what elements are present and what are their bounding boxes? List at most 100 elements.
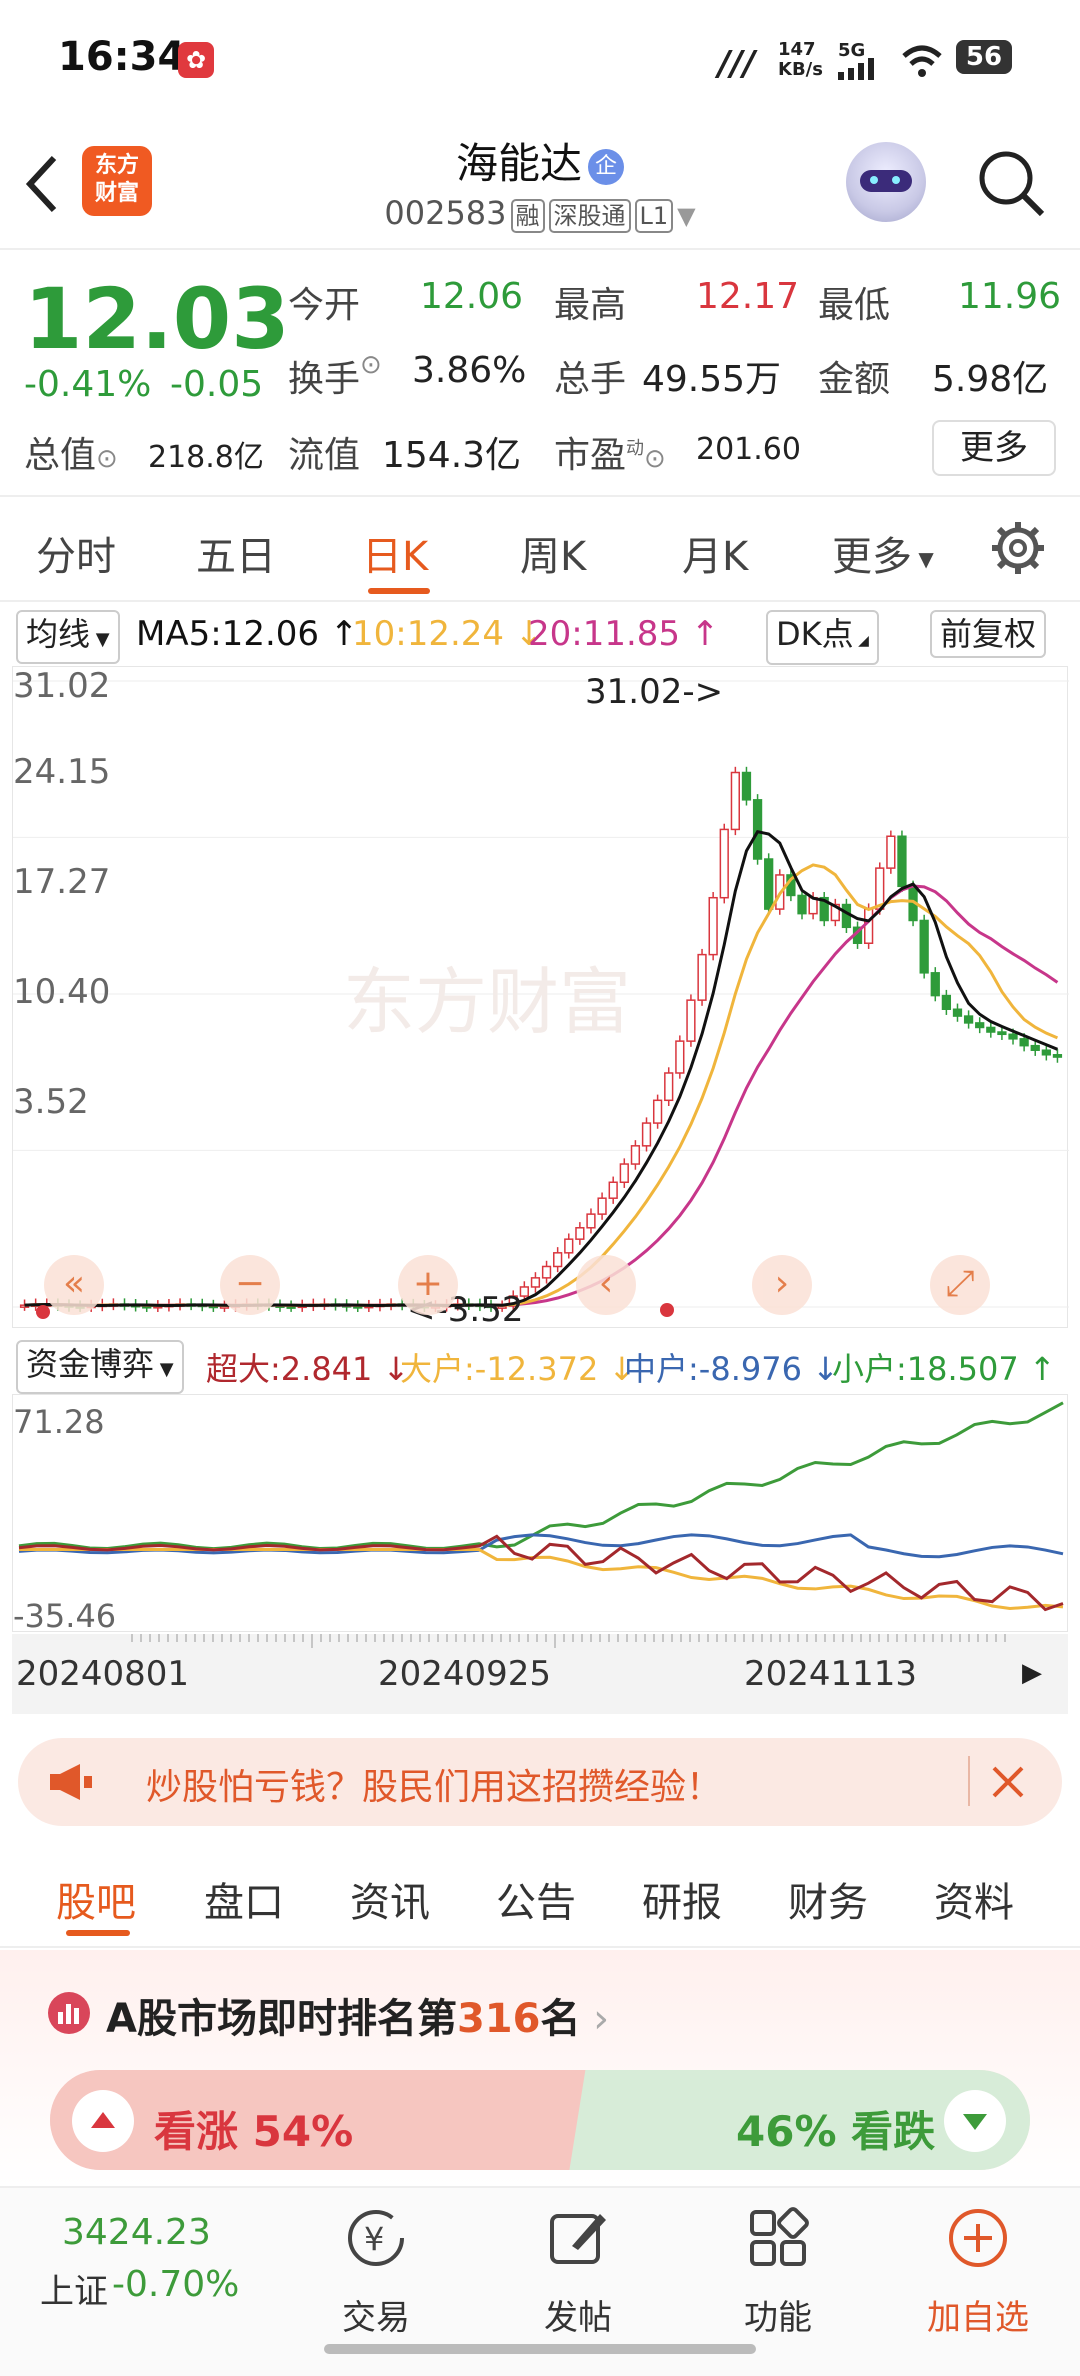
turnover-label[interactable]: 换手⊙ <box>288 350 382 402</box>
rank-chart-icon <box>48 1992 90 2034</box>
tab-intraday[interactable]: 分时 <box>36 524 116 582</box>
vote-down-text: 46% 看跌 <box>736 2098 935 2159</box>
max-price-marker: 31.02-> <box>585 672 723 712</box>
fund-svg: 71.28 -35.46 <box>13 1401 1064 1635</box>
rank-text[interactable]: A股市场即时排名第316名 › <box>106 1986 609 2044</box>
connect-tag: 深股通 <box>548 199 631 233</box>
y-tick-label: 3.52 <box>13 1082 89 1122</box>
tab-more[interactable]: 更多 ▼ <box>832 524 934 582</box>
stock-code-text: 002583 <box>384 194 507 232</box>
candle-body <box>1030 1044 1040 1051</box>
y-tick-label: 17.27 <box>13 862 110 902</box>
play-icon[interactable]: ▶ <box>1022 1658 1042 1688</box>
settings-gear-icon[interactable] <box>990 520 1046 576</box>
ma10-value: 10:12.24 ↓ <box>352 614 544 654</box>
event-dot[interactable] <box>36 1305 50 1319</box>
tab-forum[interactable]: 股吧 <box>56 1870 136 1928</box>
index-name[interactable]: 上证 <box>40 2264 108 2313</box>
trade-yen-icon[interactable]: ¥ <box>344 2206 408 2270</box>
candle-body <box>864 908 874 944</box>
info-icon[interactable]: ⊙ <box>644 444 666 474</box>
status-time: 16:34 <box>58 34 186 80</box>
zoom-out-icon[interactable]: − <box>220 1255 280 1315</box>
candle-body <box>608 1181 618 1199</box>
vote-down-button[interactable] <box>944 2090 1006 2152</box>
tab-five-day[interactable]: 五日 <box>196 524 276 582</box>
net-speed: 147 KB/s <box>778 39 823 80</box>
scroll-left-fast-icon[interactable]: « <box>44 1255 104 1315</box>
more-button[interactable]: 更多 <box>932 420 1056 476</box>
pe-label[interactable]: 市盈动⊙ <box>554 426 666 478</box>
event-dot[interactable] <box>660 1303 674 1317</box>
caret-down-icon: ▼ <box>90 629 110 650</box>
candle-body <box>597 1197 607 1215</box>
banner-text: 炒股怕亏钱？股民们用这招攒经验！ <box>146 1767 723 1808</box>
info-icon[interactable]: ⊙ <box>360 350 382 380</box>
float-cap-label: 流值 <box>288 435 361 476</box>
chevron-right-icon: › <box>580 1996 610 2042</box>
fullscreen-icon[interactable]: ⤢ <box>930 1255 990 1315</box>
scroll-left-icon[interactable]: ‹ <box>576 1255 636 1315</box>
indicator-select-label: 均线 <box>26 615 91 653</box>
ma10-line <box>24 863 1059 1307</box>
nav-post[interactable]: 发帖 <box>518 2290 638 2339</box>
candle-body <box>986 1026 996 1033</box>
fund-flow-chart[interactable]: 71.28 -35.46 <box>12 1394 1068 1635</box>
change-percent: -0.41% <box>24 364 152 405</box>
date-label: 20241113 <box>744 1654 918 1694</box>
ma5-value: MA5:12.06 ↑ <box>136 614 359 654</box>
candle-body <box>1052 1054 1063 1058</box>
small-flow: 小户:18.507 ↑ <box>832 1350 1056 1388</box>
candle-body <box>952 1008 963 1017</box>
tab-daily-k[interactable]: 日K <box>362 524 428 582</box>
zoom-in-icon[interactable]: + <box>398 1255 458 1315</box>
nav-trade[interactable]: 交易 <box>316 2290 436 2339</box>
chevron-down-icon[interactable]: ▼ <box>677 202 695 230</box>
candle-body <box>575 1227 585 1240</box>
content-tabs: 股吧 盘口 资讯 公告 研报 财务 资料 <box>0 1848 1080 1948</box>
high-label: 最高 <box>554 285 627 326</box>
dk-point-button[interactable]: DK点 ◢ <box>766 610 879 665</box>
large-flow: 大户:-12.372 ↓ <box>400 1350 636 1388</box>
promo-banner[interactable]: 炒股怕亏钱？股民们用这招攒经验！ <box>18 1738 1062 1826</box>
level-tag: L1 <box>634 199 674 233</box>
divider <box>968 1756 970 1806</box>
turnover-value: 3.86% <box>412 350 527 391</box>
tab-monthly-k[interactable]: 月K <box>682 524 748 582</box>
post-edit-icon[interactable] <box>546 2206 610 2270</box>
candle-body <box>764 858 774 910</box>
tab-weekly-k[interactable]: 周K <box>520 524 586 582</box>
tab-orderbook[interactable]: 盘口 <box>204 1870 284 1928</box>
candle-body <box>975 1022 985 1029</box>
functions-grid-icon[interactable] <box>746 2206 810 2270</box>
kline-chart[interactable]: 东方财富 31.02 24.15 17.27 10.40 3.52 31.02-… <box>12 666 1069 1330</box>
scroll-right-icon[interactable]: › <box>752 1255 812 1315</box>
robot-assistant-icon[interactable] <box>846 142 926 222</box>
adjust-button[interactable]: 前复权 <box>930 610 1047 658</box>
close-icon[interactable] <box>990 1764 1026 1800</box>
search-icon[interactable] <box>976 148 1048 220</box>
index-value[interactable]: 3424.23 <box>62 2212 211 2253</box>
chart-tabs: 分时 五日 日K 周K 月K 更多 ▼ <box>0 498 1080 602</box>
corner-arrow-icon: ◢ <box>853 633 869 649</box>
tab-announcements[interactable]: 公告 <box>496 1870 576 1928</box>
candle-body <box>741 771 752 801</box>
nav-add-watchlist[interactable]: 加自选 <box>918 2290 1038 2339</box>
turnover-label-text: 换手 <box>288 359 361 400</box>
fund-indicator-select[interactable]: 资金博弈 ▼ <box>16 1340 184 1394</box>
candle-body <box>641 1122 652 1147</box>
tab-financials[interactable]: 财务 <box>788 1870 868 1928</box>
tab-profile[interactable]: 资料 <box>934 1870 1014 1928</box>
medium-flow: 中户:-8.976 ↓ <box>624 1350 839 1388</box>
nav-functions[interactable]: 功能 <box>718 2290 838 2339</box>
tab-research[interactable]: 研报 <box>642 1870 722 1928</box>
fund-flow-row: 资金博弈 ▼ 超大:2.841 ↓ 大户:-12.372 ↓ 中户:-8.976… <box>0 1334 1080 1394</box>
market-cap-label[interactable]: 总值⊙ <box>24 426 118 478</box>
add-watchlist-icon[interactable] <box>946 2206 1010 2270</box>
indicator-select[interactable]: 均线 ▼ <box>16 610 120 664</box>
open-value: 12.06 <box>420 276 524 317</box>
tab-news[interactable]: 资讯 <box>350 1870 430 1928</box>
vote-up-button[interactable] <box>72 2090 134 2152</box>
y-tick-label: 24.15 <box>13 752 110 792</box>
info-icon[interactable]: ⊙ <box>96 444 118 474</box>
